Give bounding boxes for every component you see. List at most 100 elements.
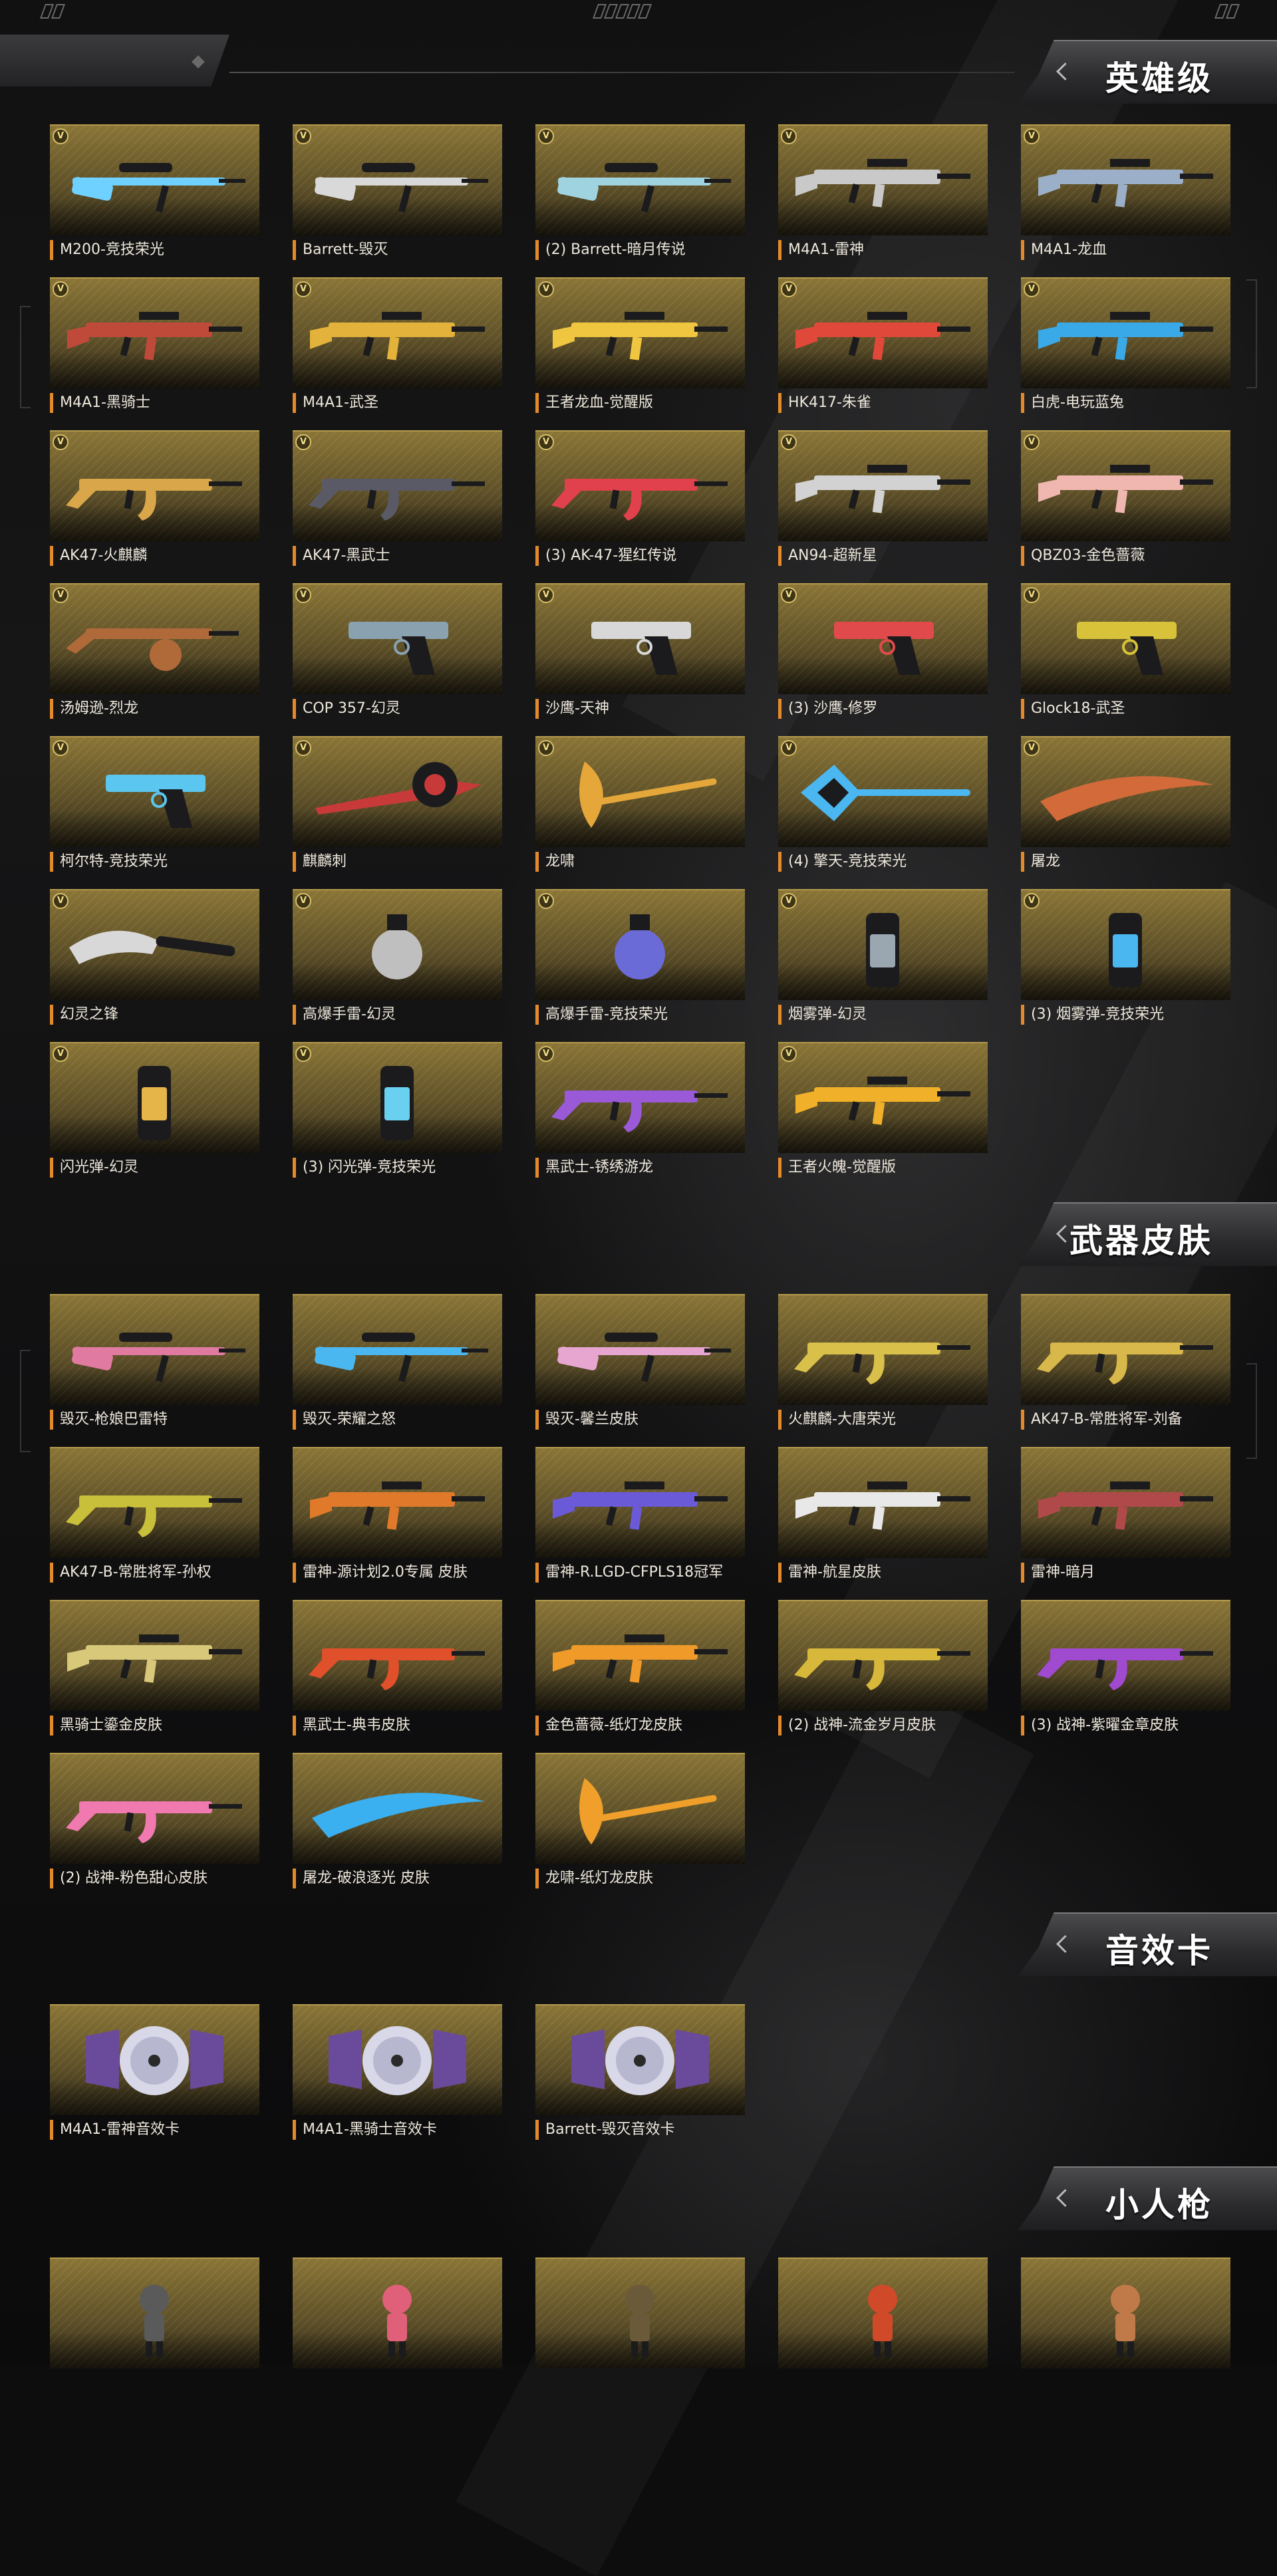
right-bracket	[1246, 1363, 1257, 1459]
item-card[interactable]: 雷神-源计划2.0专属 皮肤	[293, 1447, 502, 1600]
item-label: 毁灭-馨兰皮肤	[535, 1410, 745, 1430]
item-card[interactable]: V M200-竞技荣光	[50, 124, 259, 277]
item-card[interactable]: 黑骑士鎏金皮肤	[50, 1600, 259, 1753]
divider-line	[229, 72, 1014, 73]
assault-rifle-icon	[1030, 442, 1221, 532]
item-label: 高爆手雷-竞技荣光	[535, 1005, 745, 1025]
item-card[interactable]: (2) 战神-流金岁月皮肤	[778, 1600, 988, 1753]
item-thumbnail	[778, 1600, 988, 1711]
item-card[interactable]: V M4A1-武圣	[293, 277, 502, 430]
item-thumbnail: V	[1021, 124, 1230, 235]
item-card[interactable]: V 高爆手雷-幻灵	[293, 889, 502, 1042]
item-label: 屠龙-破浪逐光 皮肤	[293, 1868, 502, 1888]
item-card[interactable]: 火麒麟-大唐荣光	[778, 1294, 988, 1447]
item-card[interactable]: 雷神-暗月	[1021, 1447, 1230, 1600]
chibi-figure-icon	[545, 2269, 736, 2359]
item-card[interactable]	[50, 2257, 259, 2410]
item-thumbnail	[535, 1600, 745, 1711]
assault-rifle-icon	[1030, 1459, 1221, 1549]
item-card[interactable]: V (3) AK-47-猩红传说	[535, 430, 745, 583]
item-label: Barrett-毁灭音效卡	[535, 2120, 745, 2140]
item-card[interactable]: (2) 战神-粉色甜心皮肤	[50, 1753, 259, 1906]
item-thumbnail: V	[1021, 583, 1230, 694]
item-label: COP 357-幻灵	[293, 699, 502, 719]
item-label: M4A1-雷神音效卡	[50, 2120, 259, 2140]
item-card[interactable]: 雷神-航星皮肤	[778, 1447, 988, 1600]
item-card[interactable]: V Barrett-毁灭	[293, 124, 502, 277]
item-card[interactable]: V (4) 擎天-竞技荣光	[778, 736, 988, 889]
item-card[interactable]: V 龙啸	[535, 736, 745, 889]
item-card[interactable]: V 王者火魄-觉醒版	[778, 1042, 988, 1195]
ak-rifle-icon	[59, 442, 250, 532]
item-card[interactable]: V 柯尔特-竞技荣光	[50, 736, 259, 889]
item-label: 金色蔷薇-纸灯龙皮肤	[535, 1716, 745, 1736]
item-label: 闪光弹-幻灵	[50, 1158, 259, 1178]
item-card[interactable]: V (3) 烟雾弹-竞技荣光	[1021, 889, 1230, 1042]
item-card[interactable]: V M4A1-黑骑士	[50, 277, 259, 430]
item-thumbnail: V	[293, 736, 502, 847]
item-card[interactable]: M4A1-雷神音效卡	[50, 2004, 259, 2157]
item-label: 麒麟刺	[293, 852, 502, 872]
hero-items-grid: V M200-竞技荣光 V Barrett-毁灭 V (2) Barrett-暗月传…	[50, 124, 1230, 1195]
item-thumbnail	[293, 2257, 502, 2369]
item-card[interactable]: V 麒麟刺	[293, 736, 502, 889]
sound-cards-grid: M4A1-雷神音效卡 M4A1-黑骑士音效卡 Barrett-毁灭音效卡	[50, 2004, 1230, 2157]
item-card[interactable]: V 屠龙	[1021, 736, 1230, 889]
item-card[interactable]: V (3) 闪光弹-竞技荣光	[293, 1042, 502, 1195]
item-card[interactable]	[778, 2257, 988, 2410]
item-card[interactable]: V 沙鹰-天神	[535, 583, 745, 736]
item-card[interactable]: V 汤姆逊-烈龙	[50, 583, 259, 736]
item-card[interactable]: V AK47-火麒麟	[50, 430, 259, 583]
item-card[interactable]: 毁灭-馨兰皮肤	[535, 1294, 745, 1447]
v-badge-icon: V	[538, 587, 554, 603]
item-card[interactable]: V 黑武士-锈绣游龙	[535, 1042, 745, 1195]
item-card[interactable]: 毁灭-枪娘巴雷特	[50, 1294, 259, 1447]
item-card[interactable]: 黑武士-典韦皮肤	[293, 1600, 502, 1753]
item-card[interactable]: 屠龙-破浪逐光 皮肤	[293, 1753, 502, 1906]
item-card[interactable]: V 烟雾弹-幻灵	[778, 889, 988, 1042]
item-card[interactable]: Barrett-毁灭音效卡	[535, 2004, 745, 2157]
item-card[interactable]: AK47-B-常胜将军-孙权	[50, 1447, 259, 1600]
v-badge-icon: V	[538, 740, 554, 756]
shovel-icon	[787, 748, 978, 838]
item-card[interactable]: V M4A1-雷神	[778, 124, 988, 277]
item-card[interactable]: 龙啸-纸灯龙皮肤	[535, 1753, 745, 1906]
item-card[interactable]: V 幻灵之锋	[50, 889, 259, 1042]
item-card[interactable]: V AN94-超新星	[778, 430, 988, 583]
item-card[interactable]: V M4A1-龙血	[1021, 124, 1230, 277]
item-card[interactable]: (3) 战神-紫曜金章皮肤	[1021, 1600, 1230, 1753]
item-thumbnail	[50, 1294, 259, 1405]
item-thumbnail	[50, 1447, 259, 1558]
item-card[interactable]: AK47-B-常胜将军-刘备	[1021, 1294, 1230, 1447]
item-card[interactable]: V QBZ03-金色蔷薇	[1021, 430, 1230, 583]
axe-icon	[545, 748, 736, 838]
item-card[interactable]: V COP 357-幻灵	[293, 583, 502, 736]
item-card[interactable]: V (3) 沙鹰-修罗	[778, 583, 988, 736]
section-title: 音效卡	[1105, 1932, 1213, 1970]
section-header-weapon-skins: 武器皮肤	[1018, 1202, 1277, 1266]
item-thumbnail: V	[293, 1042, 502, 1153]
item-card[interactable]: V (2) Barrett-暗月传说	[535, 124, 745, 277]
item-label: (3) 战神-紫曜金章皮肤	[1021, 1716, 1230, 1736]
item-card[interactable]: V 高爆手雷-竞技荣光	[535, 889, 745, 1042]
item-card[interactable]: 雷神-R.LGD-CFPLS18冠军	[535, 1447, 745, 1600]
item-thumbnail	[50, 2257, 259, 2369]
v-badge-icon: V	[781, 893, 797, 909]
v-badge-icon: V	[53, 587, 69, 603]
item-card[interactable]	[1021, 2257, 1230, 2410]
item-card[interactable]: V 白虎-电玩蓝兔	[1021, 277, 1230, 430]
item-card[interactable]: 毁灭-荣耀之怒	[293, 1294, 502, 1447]
item-card[interactable]: V Glock18-武圣	[1021, 583, 1230, 736]
item-card[interactable]: V 王者龙血-觉醒版	[535, 277, 745, 430]
item-card[interactable]	[535, 2257, 745, 2410]
item-thumbnail: V	[778, 889, 988, 1000]
item-card[interactable]: V 闪光弹-幻灵	[50, 1042, 259, 1195]
item-card[interactable]: M4A1-黑骑士音效卡	[293, 2004, 502, 2157]
item-card[interactable]: 金色蔷薇-纸灯龙皮肤	[535, 1600, 745, 1753]
blade-icon	[1030, 748, 1221, 838]
item-card[interactable]: V AK47-黑武士	[293, 430, 502, 583]
item-card[interactable]	[293, 2257, 502, 2410]
item-thumbnail: V	[50, 277, 259, 388]
item-card[interactable]: V HK417-朱雀	[778, 277, 988, 430]
item-thumbnail: V	[778, 583, 988, 694]
